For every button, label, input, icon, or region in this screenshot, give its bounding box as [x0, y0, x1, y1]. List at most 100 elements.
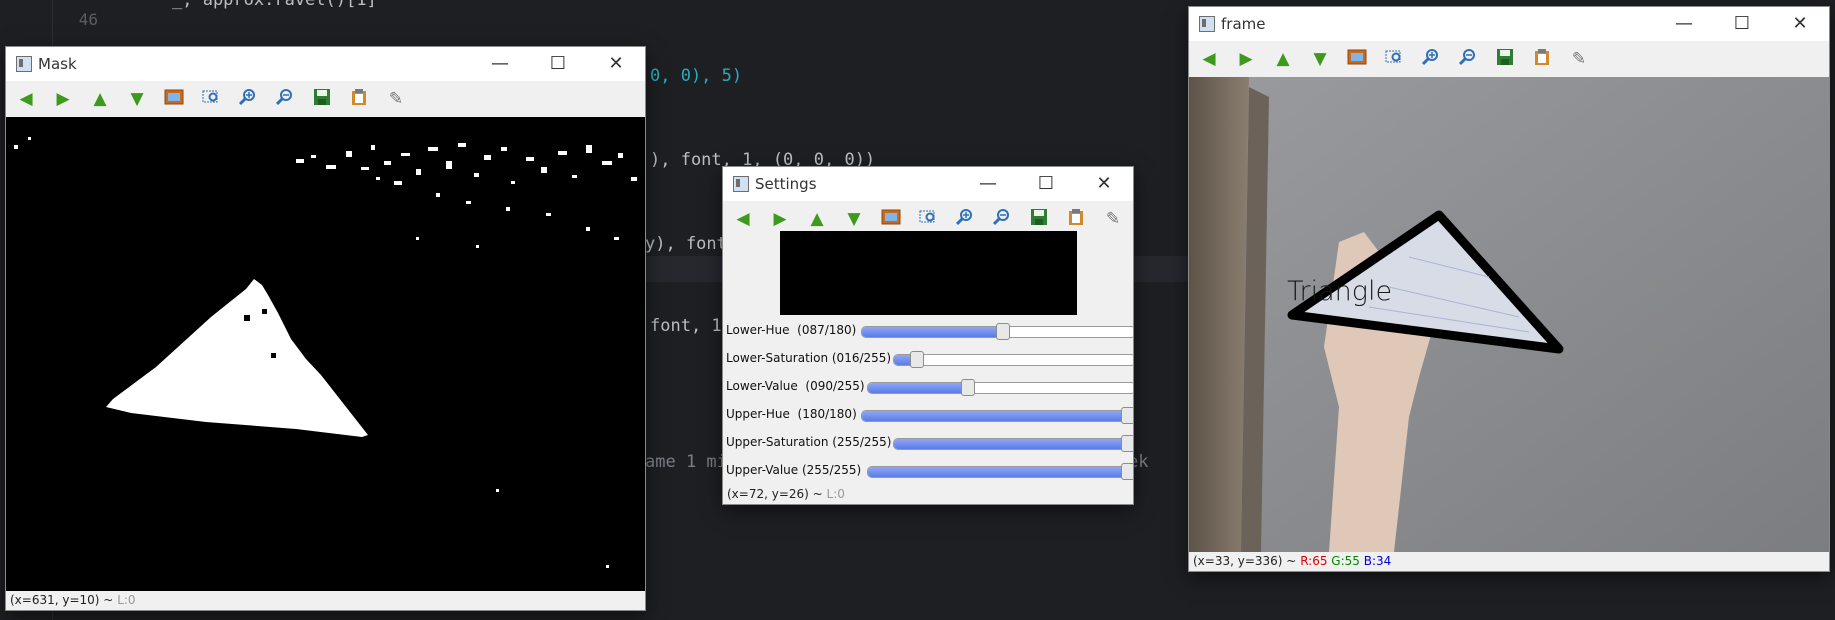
image-icon[interactable]	[879, 208, 903, 230]
status-value: L:0	[117, 593, 136, 607]
arrow-down-icon[interactable]: ▼	[842, 208, 866, 230]
zoom-fit-glyph	[202, 90, 218, 103]
arrow-up-icon[interactable]: ▲	[805, 208, 829, 230]
minimize-button[interactable]: —	[1655, 7, 1713, 41]
close-button[interactable]: ✕	[587, 47, 645, 81]
copy-icon[interactable]	[1530, 48, 1554, 70]
save-icon[interactable]	[310, 88, 334, 110]
trackbar-knob[interactable]	[961, 379, 975, 396]
trackbar-lower-value[interactable]: Lower-Value (090/255)	[726, 375, 1133, 399]
close-button[interactable]: ✕	[1075, 167, 1133, 201]
trackbar-upper-value[interactable]: Upper-Value (255/255)	[726, 459, 1133, 483]
mask-image-canvas	[6, 117, 645, 591]
arrow-up-icon[interactable]: ▲	[1271, 48, 1295, 70]
trackbar-label: Upper-Saturation (255/255)	[726, 435, 892, 449]
zoom-fit-icon[interactable]	[916, 208, 940, 230]
arrow-left-icon[interactable]: ◀	[14, 88, 38, 110]
copy-icon[interactable]	[347, 88, 371, 110]
arrow-right-icon[interactable]: ▶	[1234, 48, 1258, 70]
trackbar-fill	[862, 327, 999, 337]
arrow-left-icon[interactable]: ◀	[1197, 48, 1221, 70]
arrow-down-icon[interactable]: ▼	[1308, 48, 1332, 70]
maximize-button[interactable]: ☐	[1713, 7, 1771, 41]
brush-icon[interactable]: ✎	[1101, 208, 1125, 230]
image-toolbar: ◀ ▶ ▲ ▼ ✎	[6, 81, 645, 117]
arrow-down-icon[interactable]: ▼	[125, 88, 149, 110]
title-bar[interactable]: Mask — ☐ ✕	[6, 47, 645, 81]
code-comment: ame 1 mi	[645, 452, 727, 472]
trackbar-label: Lower-Value (090/255)	[726, 379, 865, 393]
camera-frame-canvas	[1189, 77, 1829, 552]
zoom-in-glyph	[955, 209, 972, 226]
status-green: G:55	[1331, 554, 1360, 568]
settings-preview-image	[780, 231, 1077, 315]
zoom-in-icon[interactable]	[236, 88, 260, 110]
trackbar-lower-saturation[interactable]: Lower-Saturation (016/255)	[726, 347, 1133, 371]
image-icon[interactable]	[162, 88, 186, 110]
minimize-button[interactable]: —	[959, 167, 1017, 201]
status-red: R:65	[1300, 554, 1328, 568]
title-bar[interactable]: Settings — ☐ ✕	[723, 167, 1133, 201]
image-icon[interactable]	[1345, 48, 1369, 70]
trackbar-track[interactable]	[867, 382, 1133, 394]
trackbar-upper-saturation[interactable]: Upper-Saturation (255/255)	[726, 431, 1133, 455]
brush-icon[interactable]: ✎	[384, 88, 408, 110]
image-icon-glyph	[1347, 49, 1367, 65]
trackbar-track[interactable]	[893, 438, 1133, 450]
zoom-fit-glyph	[1385, 50, 1401, 63]
trackbar-knob[interactable]	[1121, 435, 1133, 452]
status-bar: (x=33, y=336) ~ R:65 G:55 B:34	[1189, 552, 1829, 571]
mask-window[interactable]: Mask — ☐ ✕ ◀ ▶ ▲ ▼ ✎ (x=631, y=10) ~ L:0	[5, 46, 646, 611]
zoom-out-icon[interactable]	[990, 208, 1014, 230]
title-bar[interactable]: frame — ☐ ✕	[1189, 7, 1829, 41]
status-blue: B:34	[1363, 554, 1392, 568]
status-coordinates: (x=72, y=26) ~	[727, 487, 823, 501]
zoom-in-glyph	[1421, 49, 1438, 66]
code-line: _, approx.ravel()[1]	[172, 0, 377, 10]
status-bar: (x=631, y=10) ~ L:0	[6, 591, 645, 610]
arrow-left-icon[interactable]: ◀	[731, 208, 755, 230]
trackbar-track[interactable]	[867, 466, 1133, 478]
arrow-right-icon[interactable]: ▶	[51, 88, 75, 110]
zoom-in-icon[interactable]	[953, 208, 977, 230]
trackbar-knob[interactable]	[910, 351, 924, 368]
maximize-button[interactable]: ☐	[529, 47, 587, 81]
trackbar-fill	[862, 411, 1133, 421]
copy-icon[interactable]	[1064, 208, 1088, 230]
trackbar-track[interactable]	[861, 410, 1133, 422]
trackbar-track[interactable]	[893, 354, 1133, 366]
maximize-button[interactable]: ☐	[1017, 167, 1075, 201]
code-fragment: 0, 0), 5)	[650, 66, 743, 86]
save-icon[interactable]	[1493, 48, 1517, 70]
window-app-icon	[1199, 16, 1215, 32]
brush-icon[interactable]: ✎	[1567, 48, 1591, 70]
arrow-right-icon[interactable]: ▶	[768, 208, 792, 230]
trackbar-label: Lower-Hue (087/180)	[726, 323, 857, 337]
zoom-fit-icon[interactable]	[199, 88, 223, 110]
status-value: L:0	[826, 487, 845, 501]
trackbar-knob[interactable]	[1121, 407, 1133, 424]
trackbar-knob[interactable]	[996, 323, 1010, 340]
trackbar-fill	[868, 383, 965, 393]
image-toolbar: ◀ ▶ ▲ ▼ ✎	[1189, 41, 1829, 77]
trackbar-label: Upper-Hue (180/180)	[726, 407, 857, 421]
frame-window[interactable]: frame — ☐ ✕ ◀ ▶ ▲ ▼ ✎ Triangle (x=33, y=…	[1188, 6, 1830, 572]
zoom-out-icon[interactable]	[273, 88, 297, 110]
trackbar-label: Lower-Saturation (016/255)	[726, 351, 892, 365]
copy-glyph	[1069, 209, 1083, 225]
status-coordinates: (x=33, y=336) ~	[1193, 554, 1297, 568]
image-icon-glyph	[164, 89, 184, 105]
trackbar-lower-hue[interactable]: Lower-Hue (087/180)	[726, 319, 1133, 343]
zoom-in-icon[interactable]	[1419, 48, 1443, 70]
zoom-out-glyph	[275, 89, 292, 106]
save-icon[interactable]	[1027, 208, 1051, 230]
trackbar-knob[interactable]	[1121, 463, 1133, 480]
zoom-fit-icon[interactable]	[1382, 48, 1406, 70]
trackbar-upper-hue[interactable]: Upper-Hue (180/180)	[726, 403, 1133, 427]
close-button[interactable]: ✕	[1771, 7, 1829, 41]
settings-window[interactable]: Settings — ☐ ✕ ◀ ▶ ▲ ▼ ✎ Lower-Hue (087/…	[722, 166, 1134, 505]
mask-image	[6, 117, 645, 591]
zoom-out-icon[interactable]	[1456, 48, 1480, 70]
minimize-button[interactable]: —	[471, 47, 529, 81]
arrow-up-icon[interactable]: ▲	[88, 88, 112, 110]
